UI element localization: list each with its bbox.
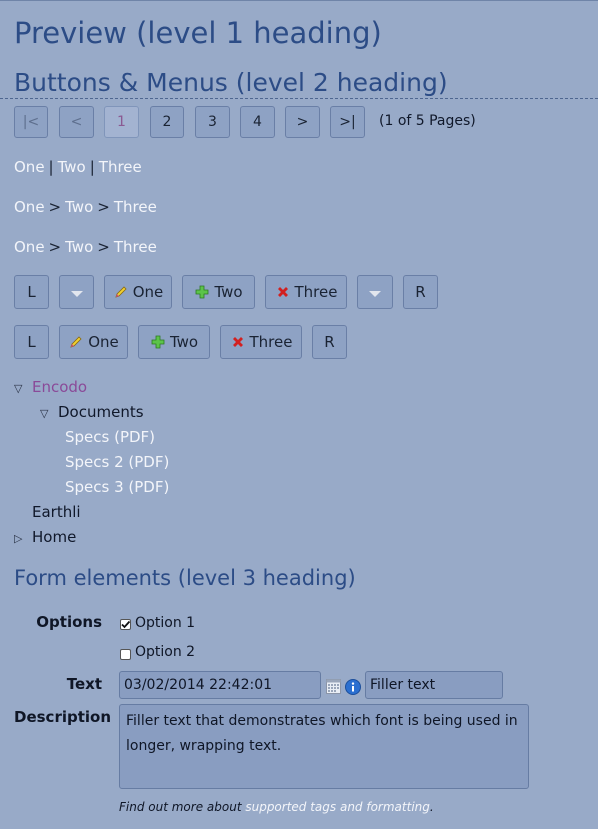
three-button[interactable]: Three: [265, 275, 347, 309]
dropdown-toggle-button-2[interactable]: [357, 275, 393, 309]
button-label: One: [88, 333, 119, 351]
button-label: Three: [249, 333, 293, 351]
tree-label: Home: [32, 528, 77, 546]
description-label: Description: [14, 708, 112, 726]
section-heading-forms: Form elements (level 3 heading): [14, 566, 356, 590]
one-button[interactable]: One: [104, 275, 172, 309]
breadcrumb-link[interactable]: One: [14, 198, 45, 216]
heading-divider: [0, 98, 598, 99]
tree-file-link[interactable]: Specs (PDF): [65, 428, 155, 446]
pager-page-4[interactable]: 4: [240, 106, 275, 138]
hint-text: .: [429, 800, 434, 814]
button-label: Two: [169, 333, 199, 351]
chevron-down-icon: [369, 291, 381, 297]
pager-prev-button[interactable]: <: [59, 106, 94, 138]
two-button[interactable]: Two: [138, 325, 210, 359]
breadcrumb-separator: |: [89, 158, 95, 176]
breadcrumb-link[interactable]: One: [14, 158, 45, 176]
tree-file-link[interactable]: Specs 3 (PDF): [65, 478, 169, 496]
breadcrumb-link[interactable]: Three: [114, 198, 157, 216]
one-button[interactable]: One: [59, 325, 128, 359]
collapsed-triangle-icon[interactable]: ▷: [14, 532, 26, 545]
breadcrumb-separator: >: [48, 238, 62, 256]
page-title: Preview (level 1 heading): [14, 16, 382, 50]
tree-link[interactable]: Encodo: [32, 378, 87, 396]
button-label: Three: [294, 283, 338, 301]
left-button[interactable]: L: [14, 275, 49, 309]
filler-text-input[interactable]: Filler text: [365, 671, 503, 699]
breadcrumb-link[interactable]: Two: [65, 198, 93, 216]
hint-text: Find out more about: [119, 800, 246, 814]
section-heading-buttons: Buttons & Menus (level 2 heading): [14, 68, 448, 97]
pager-last-button[interactable]: >|: [330, 106, 365, 138]
pager-page-2[interactable]: 2: [150, 106, 184, 138]
top-border: [0, 0, 598, 1]
expanded-triangle-icon[interactable]: ▽: [40, 407, 52, 420]
two-button[interactable]: Two: [182, 275, 255, 309]
formatting-help-link[interactable]: supported tags and formatting: [245, 800, 430, 814]
pager-next-button[interactable]: >: [285, 106, 320, 138]
tree-node-encodo[interactable]: ▽ Encodo: [14, 378, 87, 396]
pencil-icon: [115, 286, 127, 298]
breadcrumb-link[interactable]: Two: [65, 238, 93, 256]
tree-label: Documents: [58, 403, 144, 421]
breadcrumb-arrow: One > Two > Three: [14, 198, 157, 216]
option1-checkbox[interactable]: [120, 619, 131, 630]
right-button[interactable]: R: [403, 275, 438, 309]
option2-checkbox[interactable]: [120, 649, 131, 660]
pager-page-1[interactable]: 1: [104, 106, 139, 138]
breadcrumb-link[interactable]: Three: [114, 238, 157, 256]
breadcrumb-link[interactable]: One: [14, 238, 45, 256]
plus-icon: [151, 335, 165, 349]
pager-page-3[interactable]: 3: [195, 106, 230, 138]
breadcrumb-link[interactable]: Two: [58, 158, 86, 176]
breadcrumb-separator: >: [97, 238, 110, 256]
pencil-icon: [70, 336, 82, 348]
dropdown-toggle-button[interactable]: [59, 275, 94, 309]
text-label: Text: [66, 675, 102, 693]
calendar-icon[interactable]: [326, 679, 341, 694]
delete-x-icon: [277, 287, 288, 297]
tree-node-home[interactable]: ▷ Home: [14, 528, 76, 546]
breadcrumb-pipe: One | Two | Three: [14, 158, 142, 176]
button-label: One: [132, 283, 164, 301]
chevron-down-icon: [70, 291, 83, 297]
breadcrumb-link[interactable]: Three: [99, 158, 142, 176]
delete-x-icon: [232, 337, 243, 347]
right-button[interactable]: R: [312, 325, 347, 359]
pager-info: (1 of 5 Pages): [379, 113, 476, 129]
button-label: Two: [214, 283, 243, 301]
date-time-input[interactable]: 03/02/2014 22:42:01: [119, 671, 321, 699]
option1-label[interactable]: Option 1: [135, 615, 195, 631]
option2-label[interactable]: Option 2: [135, 644, 195, 660]
breadcrumb-separator: |: [48, 158, 54, 176]
options-label: Options: [36, 613, 102, 631]
tree-node-documents[interactable]: ▽ Documents: [40, 403, 144, 421]
left-button[interactable]: L: [14, 325, 49, 359]
pager-first-button[interactable]: |<: [14, 106, 48, 138]
breadcrumb-arrow-2: One > Two > Three: [14, 238, 157, 256]
expanded-triangle-icon[interactable]: ▽: [14, 382, 26, 395]
breadcrumb-separator: >: [97, 198, 110, 216]
help-hint: Find out more about supported tags and f…: [119, 800, 434, 814]
info-icon[interactable]: [345, 679, 361, 695]
description-textarea[interactable]: Filler text that demonstrates which font…: [119, 704, 529, 789]
three-button[interactable]: Three: [220, 325, 302, 359]
checkmark-icon: [121, 620, 131, 629]
tree-file-link[interactable]: Specs 2 (PDF): [65, 453, 169, 471]
plus-icon: [196, 285, 209, 299]
breadcrumb-separator: >: [48, 198, 62, 216]
tree-node-earthli[interactable]: Earthli: [32, 503, 81, 521]
